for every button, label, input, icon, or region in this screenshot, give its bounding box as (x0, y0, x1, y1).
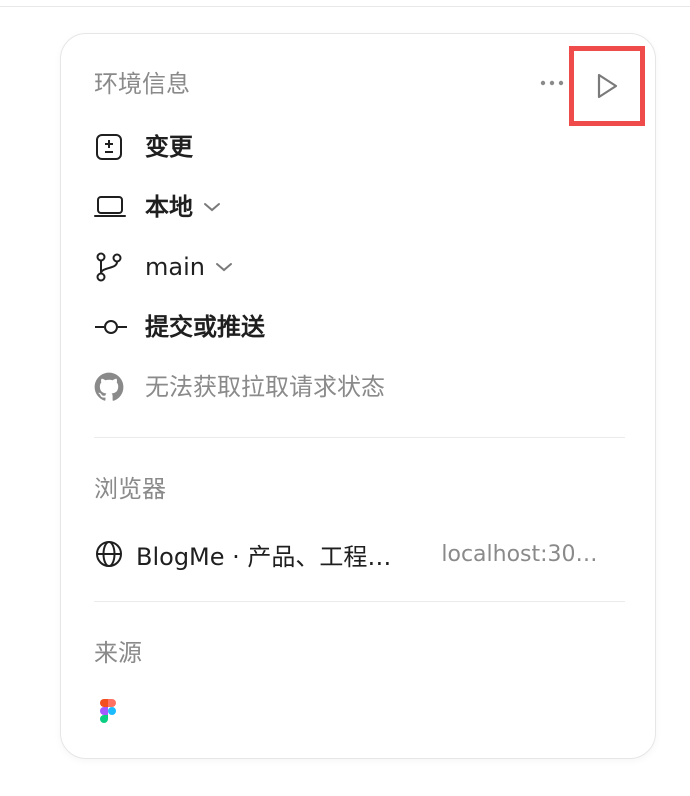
location-label: 本地 (145, 193, 193, 221)
diff-icon (94, 131, 130, 163)
pull-request-status-label: 无法获取拉取请求状态 (145, 373, 385, 401)
figma-icon[interactable] (100, 699, 116, 723)
git-commit-icon (94, 311, 130, 343)
location-dropdown[interactable]: 本地 (94, 187, 221, 227)
environment-panel: 环境信息 变更 本地 main 提交或推送 无法获取拉取请求状态 浏览器 Blo… (60, 33, 656, 759)
git-branch-icon (94, 251, 130, 283)
github-icon (94, 371, 130, 403)
chevron-down-icon (203, 201, 221, 213)
changes-label: 变更 (145, 133, 193, 161)
commit-or-push-label: 提交或推送 (145, 313, 265, 341)
more-icon (540, 80, 564, 86)
environment-title: 环境信息 (94, 70, 190, 98)
changes-item[interactable]: 变更 (94, 127, 193, 167)
globe-icon (94, 539, 124, 569)
browser-page-title: BlogMe · 产品、工程… (136, 542, 392, 571)
commit-or-push-item[interactable]: 提交或推送 (94, 307, 265, 347)
laptop-icon (94, 191, 130, 223)
source-title: 来源 (94, 639, 142, 667)
play-icon (597, 73, 618, 99)
section-divider (94, 437, 625, 438)
pull-request-status: 无法获取拉取请求状态 (94, 367, 385, 407)
browser-url: localhost:30… (441, 541, 598, 567)
branch-dropdown[interactable]: main (94, 247, 233, 287)
run-button[interactable] (569, 46, 645, 126)
browser-tab-item[interactable]: BlogMe · 产品、工程… localhost:30… (94, 534, 629, 574)
more-button[interactable] (539, 70, 565, 96)
branch-label: main (145, 253, 205, 281)
chevron-down-icon (215, 261, 233, 273)
browser-title: 浏览器 (94, 475, 166, 503)
section-divider (94, 601, 625, 602)
top-divider (0, 6, 690, 7)
